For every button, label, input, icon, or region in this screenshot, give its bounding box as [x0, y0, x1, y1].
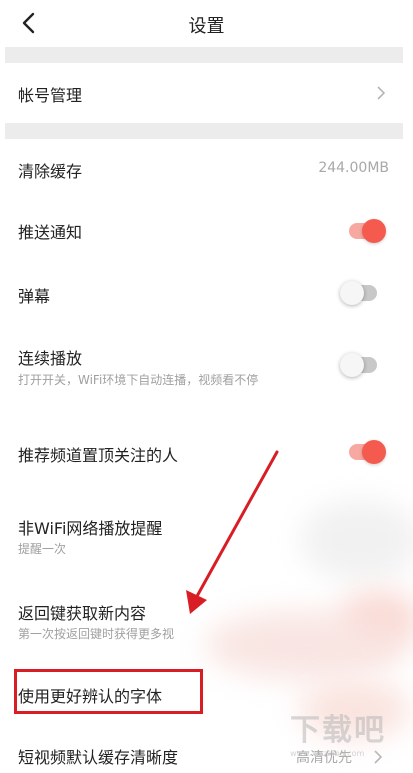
annotation-arrow-icon: [186, 450, 279, 614]
watermark-logo: 下载吧 www.xiazaiba.com: [290, 705, 413, 773]
watermark-url: www.xiazaiba.com: [290, 749, 365, 758]
watermark-text: 下载吧: [290, 713, 386, 748]
